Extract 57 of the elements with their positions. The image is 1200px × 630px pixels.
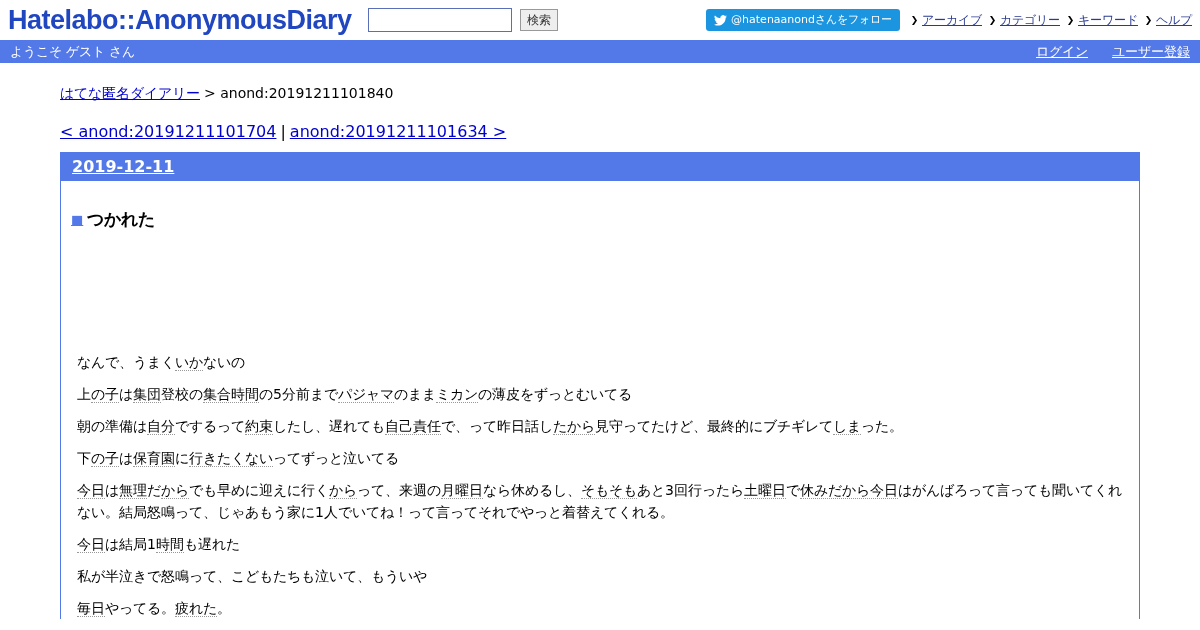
keyword-link[interactable]: ミカン xyxy=(435,385,478,403)
nav-link[interactable]: カテゴリー xyxy=(1000,11,1060,29)
keyword-link[interactable]: いか xyxy=(175,353,203,371)
arrow-icon xyxy=(912,15,918,25)
keyword-link[interactable]: 約束 xyxy=(245,417,273,435)
nav-link[interactable]: アーカイブ xyxy=(922,11,982,29)
site-logo[interactable]: Hatelabo::AnonymousDiary xyxy=(8,0,352,41)
keyword-link[interactable]: 集合時間 xyxy=(203,385,259,403)
nav-link[interactable]: ヘルプ xyxy=(1156,11,1192,29)
keyword-link[interactable]: 無理 xyxy=(119,481,147,499)
search-field[interactable] xyxy=(367,8,512,32)
paragraph: なんで、うまく いかないの xyxy=(77,352,246,373)
keyword-link[interactable]: の子 xyxy=(91,449,119,467)
separator-text: | xyxy=(280,121,286,143)
keyword-link[interactable]: 疲れた xyxy=(175,599,217,617)
keyword-link[interactable]: 集団 xyxy=(133,385,161,403)
arrow-icon xyxy=(1068,15,1074,25)
prev-link[interactable]: < anond:20191211101704 xyxy=(60,120,277,144)
paragraph: 上の子は集団登校の集合時間の5分前までパジャマのまま ミカンの薄皮をずっとむいてる xyxy=(77,384,633,405)
paragraph: 毎日やってる。疲れた。 xyxy=(77,598,232,619)
keyword-link[interactable]: パジャマ xyxy=(337,385,394,403)
keyword-link[interactable]: の子 xyxy=(91,385,119,403)
breadcrumb-link[interactable]: はてな匿名ダイアリー xyxy=(60,83,200,104)
keyword-link[interactable]: 毎日 xyxy=(77,599,105,617)
keyword-link[interactable]: 土曜日 xyxy=(743,481,786,499)
breadcrumb-current: > anond:20191211101840 xyxy=(204,84,394,103)
keyword-link[interactable]: 行きたくない xyxy=(189,449,273,467)
keyword-link[interactable]: 今日 xyxy=(77,481,105,499)
greeting-text: ようこそ ゲスト さん xyxy=(10,42,136,61)
arrow-icon xyxy=(990,15,996,25)
paragraph: 今日 は無理だから でも早めに迎えに行くから って、来週の月曜日 なら休めるし、そもそも あと3回行ったら土曜日 で休みだから今日 はがんばろって言っても聞いてくれない。結局怒鳴って、じゃあもう家に1人でいてね！って言ってそれでやっと着替えてくれる。 xyxy=(77,480,1123,522)
bird-icon xyxy=(714,14,728,26)
paragraph: 朝の準備は 自分でするって約束 したし、遅れても 自己責任で、って昨日話し たから 見守ってたけど、最終的にブチギレて しま った。 xyxy=(77,416,904,437)
keyword-link[interactable]: 月曜日 xyxy=(441,481,483,499)
keyword-link[interactable]: 時間 xyxy=(155,535,184,553)
user-link[interactable]: ログイン xyxy=(1036,41,1088,62)
title-mark[interactable]: ■ xyxy=(71,210,84,230)
arrow-icon xyxy=(1146,15,1152,25)
paragraph: 下の子は保育園に行きたくない ってずっと泣いてる xyxy=(77,448,400,469)
search-button[interactable]: 検索 xyxy=(519,9,558,31)
keyword-link[interactable]: 保育園 xyxy=(133,449,175,467)
keyword-link[interactable]: から xyxy=(161,481,189,499)
next-link[interactable]: anond:20191211101634 > xyxy=(289,120,507,144)
keyword-link[interactable]: 自分 xyxy=(147,417,175,435)
keyword-link[interactable]: 休みだから今日 xyxy=(799,481,898,499)
date-header[interactable]: 2019-12-11 xyxy=(61,153,1139,181)
paragraph: 私が半泣きで怒鳴って、こどもたちも泣いて、もういや xyxy=(77,566,428,586)
keyword-link[interactable]: しま xyxy=(833,417,861,435)
keyword-link[interactable]: たから xyxy=(553,417,595,435)
nav-link[interactable]: キーワード xyxy=(1078,11,1138,29)
keyword-link[interactable]: 自己責任 xyxy=(385,417,441,435)
keyword-link[interactable]: そもそも xyxy=(581,481,637,499)
keyword-link[interactable]: から xyxy=(329,481,357,499)
user-link[interactable]: ユーザー登録 xyxy=(1112,41,1190,62)
paragraph: 今日 は結局1時間 も遅れた xyxy=(77,534,241,555)
keyword-link[interactable]: 今日 xyxy=(77,535,105,553)
entry-title: つかれた xyxy=(87,208,156,231)
